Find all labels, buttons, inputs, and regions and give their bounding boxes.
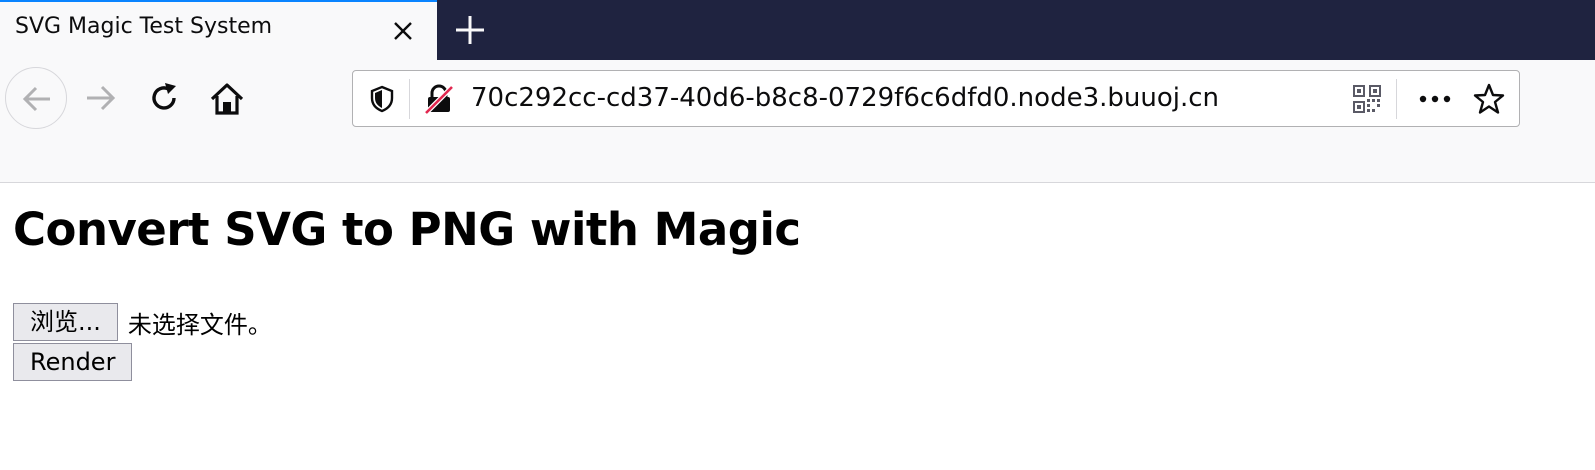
arrow-right-icon[interactable] — [83, 80, 119, 116]
url-bar[interactable]: 70c292cc-cd37-40d6-b8c8-0729f6c6dfd0.nod… — [352, 70, 1520, 127]
render-row: Render — [13, 343, 133, 381]
url-divider — [1396, 79, 1397, 119]
url-text[interactable]: 70c292cc-cd37-40d6-b8c8-0729f6c6dfd0.nod… — [471, 83, 1219, 113]
insecure-lock-icon[interactable] — [423, 83, 455, 115]
arrow-left-icon — [22, 86, 50, 112]
url-divider — [409, 79, 410, 119]
qr-code-icon[interactable] — [1353, 85, 1381, 113]
file-status-text: 未选择文件。 — [127, 310, 272, 339]
more-icon[interactable] — [1417, 85, 1453, 113]
page-content: Convert SVG to PNG with Magic 浏览... 未选择文… — [0, 183, 1595, 470]
plus-icon[interactable] — [452, 12, 488, 48]
file-input[interactable]: 浏览... 未选择文件。 — [13, 303, 272, 341]
shield-icon[interactable] — [369, 85, 395, 113]
render-button[interactable]: Render — [13, 343, 133, 381]
tab-active[interactable]: SVG Magic Test System — [0, 0, 437, 60]
navigation-toolbar: 70c292cc-cd37-40d6-b8c8-0729f6c6dfd0.nod… — [0, 60, 1595, 183]
reload-icon[interactable] — [146, 80, 182, 116]
tab-strip: SVG Magic Test System — [0, 0, 1595, 60]
browse-button[interactable]: 浏览... — [13, 303, 118, 341]
close-icon[interactable] — [388, 16, 418, 46]
page-title: Convert SVG to PNG with Magic — [13, 203, 801, 256]
tab-title: SVG Magic Test System — [15, 14, 273, 39]
back-button[interactable] — [5, 67, 67, 129]
home-icon[interactable] — [208, 80, 246, 118]
star-icon[interactable] — [1473, 83, 1505, 115]
